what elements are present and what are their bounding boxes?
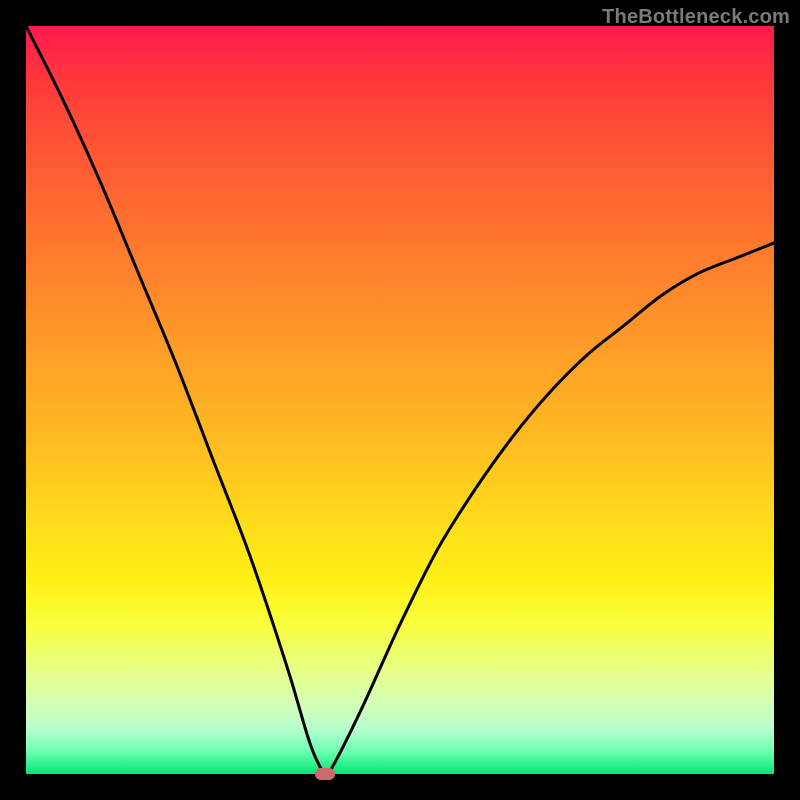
chart-frame: TheBottleneck.com [0,0,800,800]
optimal-point-marker [315,768,335,780]
bottleneck-curve-path [26,26,774,774]
watermark-text: TheBottleneck.com [602,6,790,29]
plot-area [26,26,774,774]
curve-svg [26,26,774,774]
